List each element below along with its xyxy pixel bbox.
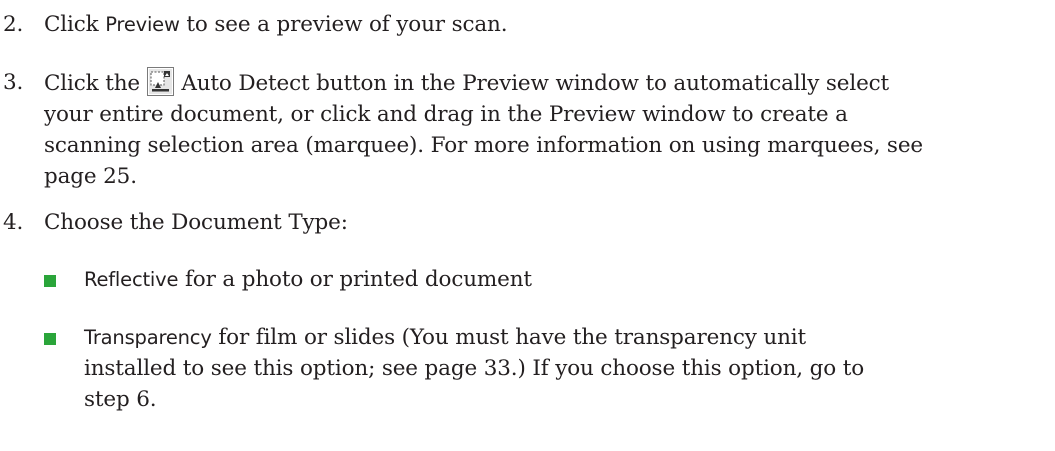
option-line: installed to see this option; see page 3…	[84, 356, 865, 381]
transparency-ui-term: Transparency	[84, 326, 212, 349]
step-line: your entire document, or click and drag …	[44, 102, 848, 127]
auto-detect-icon	[146, 67, 174, 96]
step-text: Choose the Document Type:	[44, 210, 348, 235]
step-line: Click the Auto Detect button in the Prev…	[44, 67, 1044, 99]
bullet-icon	[44, 275, 56, 287]
reflective-ui-term: Reflective	[84, 268, 179, 291]
document-page: 2. Click Preview to see a preview of you…	[0, 0, 1055, 451]
option-text: Transparency for film or slides (You mus…	[84, 322, 1044, 415]
bullet-icon	[44, 333, 56, 345]
option-text: Reflective for a photo or printed docume…	[84, 267, 532, 292]
option-line: step 6.	[84, 387, 157, 412]
step-number: 4.	[3, 210, 24, 235]
step-number: 2.	[3, 12, 24, 37]
step-text: Click the Auto Detect button in the Prev…	[44, 67, 1044, 192]
step-line: page 25.	[44, 164, 137, 189]
step-line: scanning selection area (marquee). For m…	[44, 133, 923, 158]
step-text: Click Preview to see a preview of your s…	[44, 12, 508, 37]
option-line: Transparency for film or slides (You mus…	[84, 325, 807, 350]
preview-ui-term: Preview	[105, 13, 180, 36]
step-number: 3.	[3, 70, 24, 95]
